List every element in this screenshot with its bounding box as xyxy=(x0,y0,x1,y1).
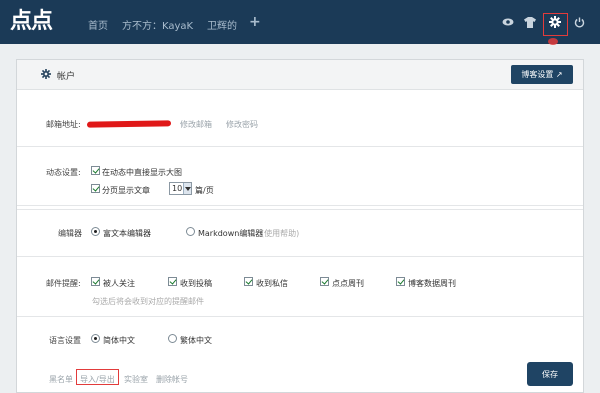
site-logo[interactable]: 点点 xyxy=(10,10,53,34)
markdown-help-link[interactable]: (使用帮助) xyxy=(261,228,299,239)
traditional-chinese-radio[interactable] xyxy=(168,334,177,343)
delete-account-link[interactable]: 删除帐号 xyxy=(156,374,188,385)
divider xyxy=(17,209,583,210)
panel-header: 帐户 博客设置 ↗ xyxy=(17,60,583,90)
account-panel: 帐户 博客设置 ↗ xyxy=(16,59,584,393)
eye-icon[interactable] xyxy=(500,14,516,30)
mail-weekly-option: 点点周刊 xyxy=(332,279,364,288)
gear-highlight-box xyxy=(543,13,568,36)
divider xyxy=(17,316,583,317)
mail-blog-stats-checkbox[interactable] xyxy=(396,277,405,286)
nav-home[interactable]: 首页 xyxy=(88,17,108,32)
rich-editor-option: 富文本编辑器 xyxy=(103,229,151,238)
power-icon[interactable] xyxy=(571,14,587,30)
mail-follow-checkbox[interactable] xyxy=(91,277,100,286)
rich-editor-radio[interactable] xyxy=(91,227,100,236)
save-button[interactable]: 保存 xyxy=(527,362,573,386)
panel-title: 帐户 xyxy=(57,72,76,82)
change-password-link[interactable]: 修改密码 xyxy=(226,119,258,130)
blog-settings-button[interactable]: 博客设置 ↗ xyxy=(511,65,573,84)
simplified-chinese-radio[interactable] xyxy=(91,334,100,343)
tshirt-icon[interactable] xyxy=(522,14,538,30)
divider xyxy=(17,256,583,257)
email-label: 邮箱地址: xyxy=(46,120,81,129)
mail-label: 邮件提醒: xyxy=(46,279,81,288)
editor-label: 编辑器 xyxy=(58,229,82,238)
big-image-option: 在动态中直接显示大图 xyxy=(102,168,182,177)
mail-message-option: 收到私信 xyxy=(256,279,288,288)
paging-option: 分页显示文章 xyxy=(102,186,150,195)
traditional-chinese-option: 繁体中文 xyxy=(180,336,212,345)
blacklist-link[interactable]: 黑名单 xyxy=(49,374,73,385)
nav-blog-weihui[interactable]: 卫辉的 xyxy=(207,17,237,32)
chevron-down-icon xyxy=(183,183,191,194)
divider xyxy=(17,146,583,147)
big-image-checkbox[interactable] xyxy=(91,166,100,175)
markdown-editor-option: Markdown编辑器 xyxy=(198,229,264,238)
mail-hint: 勾选后将会收到对应的提醒邮件 xyxy=(92,297,204,306)
change-email-link[interactable]: 修改邮箱 xyxy=(180,119,212,130)
lab-link[interactable]: 实验室 xyxy=(124,374,148,385)
mail-weekly-checkbox[interactable] xyxy=(320,277,329,286)
nav-blog-kayak[interactable]: 方不方：KayaK xyxy=(122,17,193,32)
import-export-highlight-box xyxy=(76,369,119,385)
paging-checkbox[interactable] xyxy=(91,184,100,193)
feed-label: 动态设置: xyxy=(46,168,81,177)
language-label: 语言设置 xyxy=(49,336,81,345)
mail-submission-checkbox[interactable] xyxy=(168,277,177,286)
simplified-chinese-option: 简体中文 xyxy=(103,336,135,345)
add-blog-button[interactable]: + xyxy=(249,14,261,30)
mail-blog-stats-option: 博客数据周刊 xyxy=(408,279,456,288)
annotation-mark xyxy=(548,38,558,45)
mail-follow-option: 被人关注 xyxy=(103,279,135,288)
mail-message-checkbox[interactable] xyxy=(244,277,253,286)
per-page-unit: 篇/页 xyxy=(195,186,214,195)
mail-submission-option: 收到投稿 xyxy=(180,279,212,288)
gear-icon xyxy=(41,69,51,81)
top-navbar: 点点 首页 方不方：KayaK 卫辉的 + xyxy=(0,0,600,44)
per-page-select[interactable]: 10 xyxy=(169,182,192,195)
markdown-editor-radio[interactable] xyxy=(186,227,195,236)
